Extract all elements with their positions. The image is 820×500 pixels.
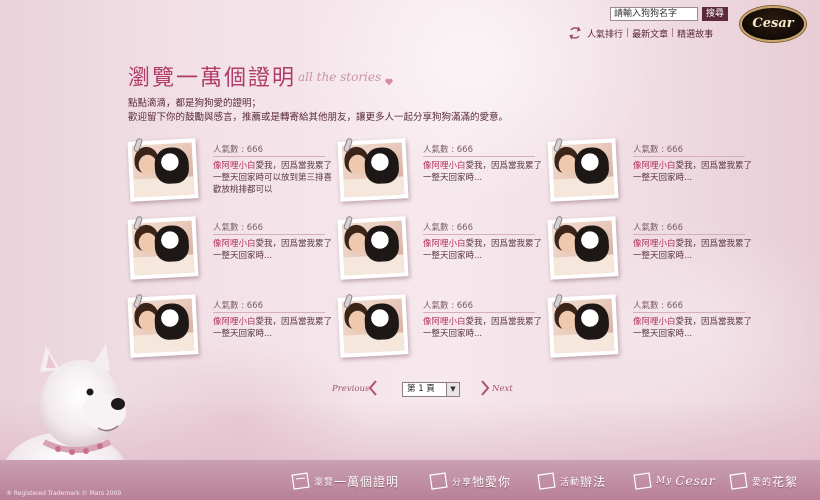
popularity-count: 人氣數 : 666: [423, 145, 473, 155]
intro-line: 歡迎留下你的鼓勵與感言，推薦或是轉寄給其他朋友，讓更多人一起分享狗狗滿滿的愛意。: [128, 112, 509, 123]
popularity-count: 人氣數 : 666: [213, 223, 263, 233]
photo-image: [551, 142, 615, 198]
nav-label: 花絮: [772, 474, 799, 489]
story-card[interactable]: 人氣數 : 666 像阿哩小白愛我，因爲當我累了一整天回家時可以放到第三排喜歡放…: [127, 137, 332, 204]
nav-label: 牠愛你: [472, 474, 512, 489]
chevron-left-icon[interactable]: [368, 380, 378, 396]
story-excerpt[interactable]: 像阿哩小白愛我，因爲當我累了一整天回家時...: [423, 316, 543, 340]
story-card[interactable]: 人氣數 : 666 像阿哩小白愛我，因爲當我累了一整天回家時...: [337, 215, 542, 282]
photo-image: [551, 298, 615, 354]
story-card[interactable]: 人氣數 : 666 像阿哩小白愛我，因爲當我累了一整天回家時...: [547, 215, 752, 282]
intro-text: 點點滴滴，都是狗狗愛的證明； 歡迎留下你的鼓勵與感言，推薦或是轉寄給其他朋友，讓…: [128, 97, 508, 125]
nav-event-rules[interactable]: 活動 辦法: [536, 466, 606, 496]
story-card[interactable]: 人氣數 : 666 像阿哩小白愛我，因爲當我累了一整天回家時...: [337, 293, 542, 360]
story-highlight: 像阿哩小白: [633, 317, 676, 327]
popularity-count: 人氣數 : 666: [633, 223, 683, 233]
divider: [423, 312, 535, 313]
note-card-icon: [729, 472, 748, 490]
story-excerpt[interactable]: 像阿哩小白愛我，因爲當我累了一整天回家時...: [633, 160, 753, 184]
chevron-right-icon[interactable]: [480, 380, 490, 396]
nav-label-prefix: 活動: [560, 477, 581, 488]
popularity-count: 人氣數 : 666: [423, 301, 473, 311]
nav-label: 一萬個證明: [334, 474, 400, 489]
story-excerpt[interactable]: 像阿哩小白愛我，因爲當我累了一整天回家時...: [633, 316, 753, 340]
story-excerpt[interactable]: 像阿哩小白愛我，因爲當我累了一整天回家時...: [213, 316, 333, 340]
divider: [633, 234, 745, 235]
story-excerpt[interactable]: 像阿哩小白愛我，因爲當我累了一整天回家時...: [213, 238, 333, 262]
photo-image: [131, 142, 195, 198]
story-highlight: 像阿哩小白: [633, 161, 676, 171]
link-featured[interactable]: 精選故事: [674, 27, 716, 40]
story-excerpt[interactable]: 像阿哩小白愛我，因爲當我累了一整天回家時...: [423, 238, 543, 262]
story-card[interactable]: 人氣數 : 666 像阿哩小白愛我，因爲當我累了一整天回家時...: [337, 137, 542, 204]
nav-my-cesar[interactable]: My Cesar: [632, 466, 716, 496]
nav-label-prefix: 愛的: [752, 477, 773, 488]
note-card-icon: [291, 472, 310, 490]
divider: [633, 312, 745, 313]
story-highlight: 像阿哩小白: [423, 239, 466, 249]
nav-label-prefix: 瀏覽: [314, 477, 335, 488]
story-highlight: 像阿哩小白: [423, 317, 466, 327]
previous-link[interactable]: Previous: [332, 384, 369, 394]
divider: [213, 156, 325, 157]
copyright-text: ® Registered Trademark © Mars 2009: [6, 490, 122, 497]
nav-label-prefix: My: [656, 476, 673, 486]
top-links: 人氣排行 | 最新文章 | 精選故事: [568, 26, 716, 40]
divider: [633, 156, 745, 157]
story-excerpt[interactable]: 像阿哩小白愛我，因爲當我累了一整天回家時...: [633, 238, 753, 262]
story-card[interactable]: 人氣數 : 666 像阿哩小白愛我，因爲當我累了一整天回家時...: [127, 293, 332, 360]
divider: [213, 312, 325, 313]
divider: [213, 234, 325, 235]
nav-love-gallery[interactable]: 愛的 花絮: [728, 466, 798, 496]
note-card-icon: [429, 472, 448, 490]
story-grid: 人氣數 : 666 像阿哩小白愛我，因爲當我累了一整天回家時可以放到第三排喜歡放…: [127, 137, 752, 360]
divider: [423, 156, 535, 157]
next-link[interactable]: Next: [492, 384, 513, 394]
popularity-count: 人氣數 : 666: [423, 223, 473, 233]
nav-label: Cesar: [675, 474, 716, 488]
search-button[interactable]: 搜尋: [702, 7, 728, 21]
intro-line: 點點滴滴，都是狗狗愛的證明；: [128, 98, 262, 109]
story-card[interactable]: 人氣數 : 666 像阿哩小白愛我，因爲當我累了一整天回家時...: [547, 293, 752, 360]
nav-share-love[interactable]: 分享 牠愛你: [428, 466, 511, 496]
photo-image: [341, 220, 405, 276]
heart-icon: [385, 78, 393, 86]
popularity-count: 人氣數 : 666: [633, 301, 683, 311]
page-select-value: 第 1 頁: [407, 384, 435, 394]
page-title: 瀏覽一萬個證明: [128, 66, 297, 91]
story-excerpt[interactable]: 像阿哩小白愛我，因爲當我累了一整天回家時...: [423, 160, 543, 184]
story-card[interactable]: 人氣數 : 666 像阿哩小白愛我，因爲當我累了一整天回家時...: [547, 137, 752, 204]
story-highlight: 像阿哩小白: [213, 161, 256, 171]
story-highlight: 像阿哩小白: [633, 239, 676, 249]
story-excerpt[interactable]: 像阿哩小白愛我，因爲當我累了一整天回家時可以放到第三排喜歡放桃排都可以: [213, 160, 333, 196]
story-highlight: 像阿哩小白: [213, 239, 256, 249]
page-subtitle: all the stories: [298, 70, 382, 84]
link-popular[interactable]: 人氣排行: [584, 27, 626, 40]
note-card-icon: [537, 472, 556, 490]
story-card[interactable]: 人氣數 : 666 像阿哩小白愛我，因爲當我累了一整天回家時...: [127, 215, 332, 282]
popularity-count: 人氣數 : 666: [213, 301, 263, 311]
photo-image: [131, 220, 195, 276]
photo-image: [341, 142, 405, 198]
arrows-icon: [569, 26, 581, 40]
nav-label: 辦法: [580, 474, 607, 489]
story-highlight: 像阿哩小白: [213, 317, 256, 327]
cesar-logo[interactable]: Cesar: [740, 6, 806, 42]
note-card-icon: [633, 472, 652, 490]
link-latest[interactable]: 最新文章: [629, 27, 671, 40]
nav-label-prefix: 分享: [452, 477, 473, 488]
search-input[interactable]: 請輸入狗狗名字: [610, 7, 698, 21]
nav-browse-stories[interactable]: 瀏覽 一萬個證明: [290, 466, 399, 496]
popularity-count: 人氣數 : 666: [633, 145, 683, 155]
photo-image: [551, 220, 615, 276]
divider: [423, 234, 535, 235]
page-select[interactable]: 第 1 頁 ▼: [402, 382, 460, 397]
photo-image: [341, 298, 405, 354]
chevron-down-icon[interactable]: ▼: [446, 383, 459, 396]
popularity-count: 人氣數 : 666: [213, 145, 263, 155]
story-highlight: 像阿哩小白: [423, 161, 466, 171]
